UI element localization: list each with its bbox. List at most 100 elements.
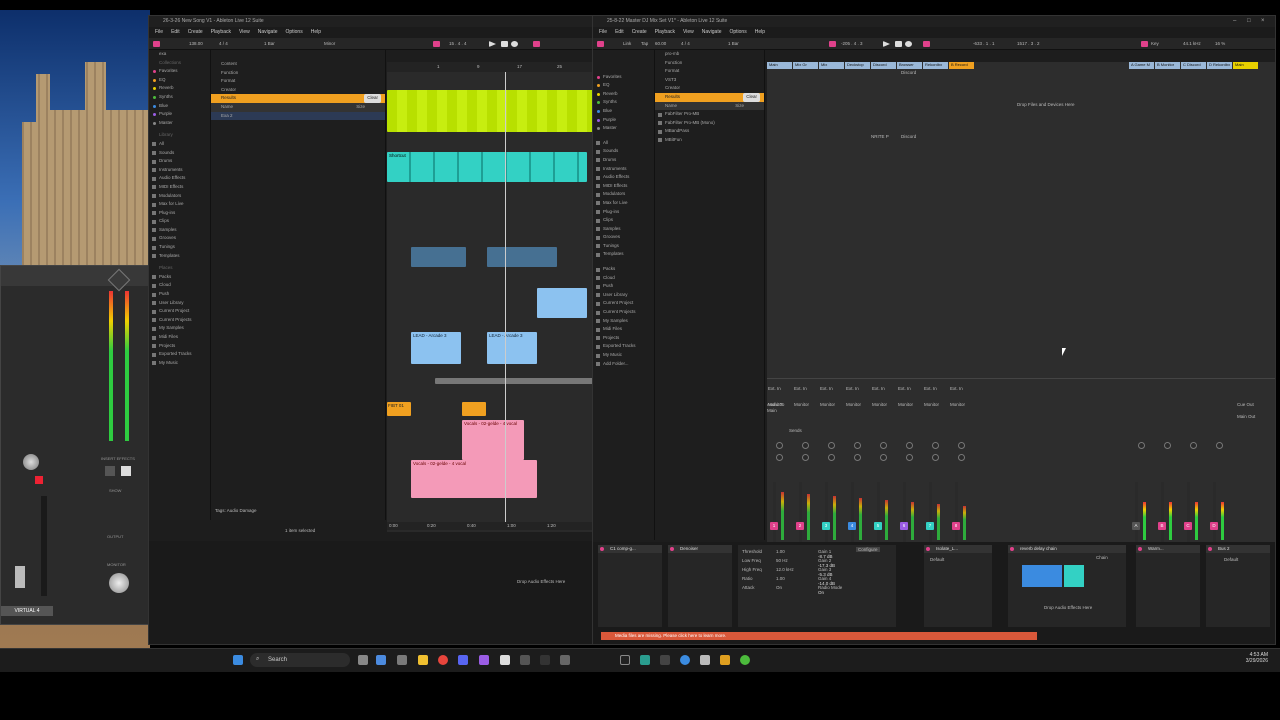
time-signature[interactable]: 4 / 4 <box>219 41 228 46</box>
send-a-knob[interactable] <box>854 442 861 449</box>
return-header-d-rekordbx[interactable]: D Rekordbx <box>1207 62 1232 69</box>
play-icon[interactable] <box>883 41 890 47</box>
search-box[interactable]: exa <box>149 50 210 59</box>
param-value-low-freq[interactable]: 50 Hz <box>776 558 788 563</box>
send-b-knob[interactable] <box>828 454 835 461</box>
collection-item-master[interactable]: Master <box>593 124 654 133</box>
send-b-knob[interactable] <box>854 454 861 461</box>
places-item-current-project[interactable]: Current Project <box>149 307 210 316</box>
volume-fader[interactable] <box>1161 482 1164 542</box>
filter-format[interactable]: Format <box>655 67 764 76</box>
library-item-grooves[interactable]: Grooves <box>593 233 654 242</box>
link-button[interactable] <box>153 41 160 47</box>
gain-value-5[interactable]: On <box>818 590 824 595</box>
menu-view[interactable]: View <box>239 27 250 38</box>
track-header-mix-gr[interactable]: Mix Gr <box>793 62 818 69</box>
volume-fader[interactable] <box>825 482 828 542</box>
send-a-knob[interactable] <box>880 442 887 449</box>
filter-creator[interactable]: Creator <box>211 86 385 95</box>
monitor-label[interactable]: Monitor <box>872 402 887 407</box>
collection-item-purple[interactable]: Purple <box>149 110 210 119</box>
device-comp[interactable]: C1 comp-g... <box>597 544 663 628</box>
clear-button[interactable]: Clear <box>364 94 381 103</box>
maximize-icon[interactable]: □ <box>1247 18 1251 24</box>
app-icon-2[interactable] <box>397 655 407 665</box>
library-item-clips[interactable]: Clips <box>593 216 654 225</box>
library-item-sounds[interactable]: Sounds <box>593 147 654 156</box>
places-item-projects[interactable]: Projects <box>149 342 210 351</box>
clip-slot-discord[interactable]: Discord <box>901 70 916 75</box>
volume-fader[interactable] <box>773 482 776 542</box>
library-item-instruments[interactable]: Instruments <box>593 165 654 174</box>
menu-navigate[interactable]: Navigate <box>702 27 722 38</box>
ext-in-label[interactable]: Ext. In <box>950 386 963 391</box>
send-a-knob[interactable] <box>958 442 965 449</box>
places-item-add-folder[interactable]: Add Folder... <box>593 360 654 369</box>
places-item-cloud[interactable]: Cloud <box>149 281 210 290</box>
send-a-knob[interactable] <box>802 442 809 449</box>
app-icon-12[interactable] <box>720 655 730 665</box>
song-position[interactable]: -205 . 4 . 3 <box>841 41 863 46</box>
return-activator-D[interactable]: D <box>1210 522 1218 530</box>
volume-fader[interactable] <box>799 482 802 542</box>
app-icon-4[interactable] <box>500 655 510 665</box>
places-item-push[interactable]: Push <box>593 282 654 291</box>
places-item-midi-files[interactable]: Midi Files <box>593 325 654 334</box>
clip-slot-discord-2[interactable]: Discord <box>901 134 916 139</box>
link-button[interactable] <box>597 41 604 47</box>
collection-item-reverb[interactable]: Reverb <box>149 84 210 93</box>
result-item-fabfilter-pro-mb-mono[interactable]: FabFilter Pro-MB (Mono) <box>655 119 764 128</box>
track-activator-7[interactable]: 7 <box>926 522 934 530</box>
minimize-icon[interactable]: – <box>1233 18 1236 24</box>
send-a-knob[interactable] <box>828 442 835 449</box>
send-a-knob[interactable] <box>776 442 783 449</box>
clip-lead-2[interactable] <box>487 247 557 267</box>
ext-in-label[interactable]: Ext. In <box>794 386 807 391</box>
track-header-main[interactable]: Main <box>767 62 792 69</box>
volume-fader[interactable] <box>1135 482 1138 542</box>
menu-playback[interactable]: Playback <box>211 27 231 38</box>
ableton-icon[interactable] <box>620 655 630 665</box>
ext-in-label[interactable]: Ext. In <box>924 386 937 391</box>
return-header-main[interactable]: Main <box>1233 62 1258 69</box>
app-icon-11[interactable] <box>700 655 710 665</box>
clip-vocals-1[interactable]: Vocals - 02-gelde - 4 vocal <box>462 420 524 460</box>
track-activator-4[interactable]: 4 <box>848 522 856 530</box>
library-item-tunings[interactable]: Tunings <box>593 242 654 251</box>
chrome-icon[interactable] <box>438 655 448 665</box>
track-activator-5[interactable]: 5 <box>874 522 882 530</box>
monitor-label[interactable]: Monitor <box>924 402 939 407</box>
record-icon[interactable] <box>905 41 912 47</box>
send-knob[interactable] <box>1190 442 1197 449</box>
places-item-exported-tracks[interactable]: Exported Tracks <box>593 342 654 351</box>
places-item-push[interactable]: Push <box>149 290 210 299</box>
collection-item-reverb[interactable]: Reverb <box>593 90 654 99</box>
menu-edit[interactable]: Edit <box>171 27 180 38</box>
volume-fader[interactable] <box>1187 482 1190 542</box>
file-explorer-icon[interactable] <box>418 655 428 665</box>
menu-help[interactable]: Help <box>755 27 765 38</box>
library-item-instruments[interactable]: Instruments <box>149 166 210 175</box>
discord-icon[interactable] <box>458 655 468 665</box>
gain-knob[interactable] <box>23 454 39 470</box>
library-item-templates[interactable]: Templates <box>149 252 210 261</box>
ext-in-label[interactable]: Ext. In <box>820 386 833 391</box>
places-item-packs[interactable]: Packs <box>593 265 654 274</box>
stop-icon[interactable] <box>895 41 902 47</box>
collection-item-favorites[interactable]: Favorites <box>149 67 210 76</box>
app-icon-9[interactable] <box>660 655 670 665</box>
clip-fx-1[interactable]: FIBT 01 <box>387 402 411 416</box>
collection-item-blue[interactable]: Blue <box>149 102 210 111</box>
play-icon[interactable] <box>489 41 496 47</box>
tap-button[interactable]: Tap <box>641 41 648 46</box>
param-value-threshold[interactable]: 1.00 <box>776 549 785 554</box>
start-icon[interactable] <box>233 655 243 665</box>
send-b-knob[interactable] <box>932 454 939 461</box>
tempo-value[interactable]: 60.00 <box>655 41 666 46</box>
library-item-samples[interactable]: Samples <box>593 225 654 234</box>
result-item-fabfilter-pro-mb[interactable]: FabFilter Pro-MB <box>655 110 764 119</box>
ext-in-label[interactable]: Ext. In <box>768 386 781 391</box>
insert-button-1[interactable] <box>105 466 115 476</box>
device-denoiser[interactable]: Denoiser <box>667 544 733 628</box>
return-header-b-monitor[interactable]: B Monitor <box>1155 62 1180 69</box>
